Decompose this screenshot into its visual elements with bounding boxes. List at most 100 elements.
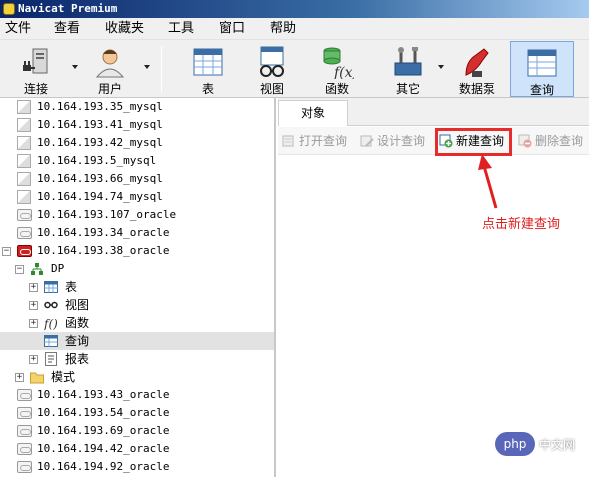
open-query-label: 打开查询	[299, 134, 348, 148]
design-query-label: 设计查询	[377, 134, 426, 148]
php-logo: php	[495, 432, 535, 456]
connection-dropdown-icon[interactable]	[72, 65, 78, 69]
schemas-label: 模式	[51, 370, 76, 384]
expand-toggle[interactable]: +	[29, 301, 38, 310]
oracle-connection-icon	[17, 443, 32, 455]
table-icon	[44, 281, 58, 293]
tree-item-connection[interactable]: 10.164.193.35_mysql	[0, 98, 274, 116]
user-button[interactable]: 用户	[84, 41, 150, 97]
tree-item-queries[interactable]: 查询	[0, 332, 274, 350]
oracle-connection-icon	[17, 227, 32, 239]
collapse-toggle[interactable]: −	[2, 247, 11, 256]
tree-item-connection[interactable]: 10.164.194.74_mysql	[0, 188, 274, 206]
folder-icon	[30, 372, 44, 384]
connection-label: 10.164.194.42_oracle	[37, 442, 170, 455]
connection-label: 10.164.193.43_oracle	[37, 388, 170, 401]
tree-item-schema[interactable]: − DP	[0, 260, 274, 278]
function-label: 函数	[324, 82, 349, 96]
user-label: 用户	[97, 82, 122, 96]
connection-label: 10.164.193.54_oracle	[37, 406, 170, 419]
expand-toggle[interactable]: +	[29, 283, 38, 292]
user-dropdown-icon[interactable]	[144, 65, 150, 69]
oracle-connection-icon	[17, 425, 32, 437]
menu-file[interactable]: 文件	[5, 21, 31, 37]
connection-label: 10.164.194.74_mysql	[37, 190, 163, 203]
delete-query-button[interactable]: 删除查询	[518, 133, 583, 151]
view-button[interactable]: 视图	[250, 41, 294, 97]
main-toolbar: 连接 用户 表 视图 f(x 函数 其它 数据泵 查询	[0, 40, 589, 98]
tree-item-connection[interactable]: 10.164.193.5_mysql	[0, 152, 274, 170]
site-watermark: php 中文网	[495, 432, 589, 456]
menu-tools[interactable]: 工具	[168, 21, 194, 37]
query-label: 查询	[529, 83, 554, 97]
title-bar: Navicat Premium	[0, 0, 589, 18]
tree-item-connection[interactable]: 10.164.193.107_oracle	[0, 206, 274, 224]
tree-item-connection-open[interactable]: − 10.164.193.38_oracle	[0, 242, 274, 260]
mysql-connection-icon	[17, 154, 31, 168]
connection-label: 10.164.194.92_oracle	[37, 460, 170, 473]
function-icon: f()	[44, 317, 58, 330]
menu-help[interactable]: 帮助	[270, 21, 296, 37]
tree-item-connection[interactable]: 10.164.193.43_oracle	[0, 386, 274, 404]
queries-label: 查询	[65, 334, 90, 348]
tree-item-connection[interactable]: 10.164.193.34_oracle	[0, 224, 274, 242]
collapse-toggle[interactable]: −	[15, 265, 24, 274]
expand-toggle[interactable]: +	[29, 355, 38, 364]
tools-label: 其它	[395, 82, 420, 96]
tree-item-tables[interactable]: + 表	[0, 278, 274, 296]
table-button[interactable]: 表	[186, 41, 230, 97]
connection-label: 10.164.193.107_oracle	[37, 208, 177, 221]
open-query-button[interactable]: 打开查询	[282, 133, 347, 151]
connection-label: 10.164.193.5_mysql	[37, 154, 157, 167]
view-label: 视图	[259, 82, 284, 96]
data-pump-button[interactable]: 数据泵	[455, 41, 499, 97]
tab-objects[interactable]: 对象	[278, 100, 348, 126]
schema-icon	[31, 263, 43, 275]
menu-favorites[interactable]: 收藏夹	[105, 21, 144, 37]
tree-item-functions[interactable]: + f() 函数	[0, 314, 274, 332]
tree-item-connection[interactable]: 10.164.194.92_oracle	[0, 458, 274, 476]
mysql-connection-icon	[17, 190, 31, 204]
tree-item-connection[interactable]: 10.164.194.42_oracle	[0, 440, 274, 458]
tools-dropdown-icon[interactable]	[438, 65, 444, 69]
design-query-button[interactable]: 设计查询	[360, 133, 425, 151]
oracle-connection-icon	[17, 389, 32, 401]
menu-view[interactable]: 查看	[54, 21, 80, 37]
user-icon	[95, 49, 125, 78]
tree-item-connection[interactable]: 10.164.193.42_mysql	[0, 134, 274, 152]
tree-item-connection[interactable]: 10.164.193.66_mysql	[0, 170, 274, 188]
design-query-icon	[360, 135, 374, 147]
oracle-connection-icon	[17, 209, 32, 221]
tree-item-views[interactable]: + 视图	[0, 296, 274, 314]
view-icon	[44, 301, 58, 309]
connection-label: 10.164.193.35_mysql	[37, 100, 163, 113]
mysql-connection-icon	[17, 136, 31, 150]
annotation-arrow-icon	[478, 154, 498, 209]
function-button[interactable]: f(x) 函数	[315, 41, 359, 97]
report-icon	[45, 352, 57, 366]
tree-item-schemas[interactable]: + 模式	[0, 368, 274, 386]
tools-icon	[394, 47, 422, 76]
toolbar-divider	[161, 46, 162, 92]
expand-toggle[interactable]: +	[29, 319, 38, 328]
connection-label: 10.164.193.66_mysql	[37, 172, 163, 185]
connection-button[interactable]: 连接	[8, 41, 78, 97]
connection-label: 10.164.193.69_oracle	[37, 424, 170, 437]
tree-item-connection[interactable]: 10.164.193.69_oracle	[0, 422, 274, 440]
tree-item-connection[interactable]: 10.164.193.54_oracle	[0, 404, 274, 422]
menu-window[interactable]: 窗口	[219, 21, 245, 37]
tree-item-reports[interactable]: + 报表	[0, 350, 274, 368]
connection-label: 10.164.193.38_oracle	[37, 244, 170, 257]
connection-label: 连接	[23, 82, 48, 96]
tools-button[interactable]: 其它	[386, 41, 444, 97]
navicat-window: Navicat Premium 文件 查看 收藏夹 工具 窗口 帮助 连接 用户…	[0, 0, 589, 477]
function-icon: f(x)	[323, 47, 354, 79]
expand-toggle[interactable]: +	[15, 373, 24, 382]
query-button[interactable]: 查询	[510, 41, 574, 97]
query-icon	[44, 335, 58, 347]
table-label: 表	[201, 82, 214, 96]
svg-text:f(x): f(x)	[333, 65, 354, 79]
reports-label: 报表	[65, 352, 90, 366]
tree-item-connection[interactable]: 10.164.193.41_mysql	[0, 116, 274, 134]
connection-label: 10.164.193.42_mysql	[37, 136, 163, 149]
